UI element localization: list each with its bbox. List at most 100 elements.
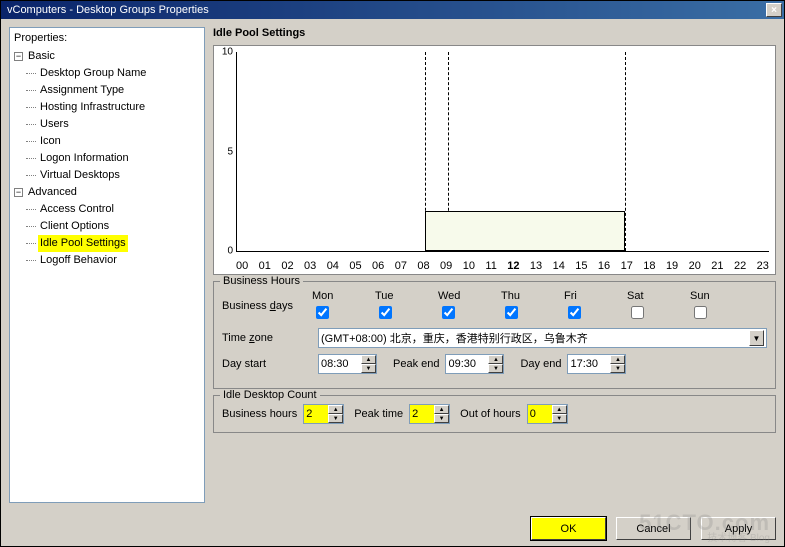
day-checkbox[interactable] <box>379 306 392 319</box>
day-start-input[interactable] <box>319 355 361 373</box>
tree-item-label: Idle Pool Settings <box>38 235 128 252</box>
stepper-up-icon[interactable]: ▲ <box>610 355 625 364</box>
tree-toggle-icon[interactable]: − <box>14 52 23 61</box>
chart-x-tick: 05 <box>349 260 361 272</box>
chart-y-tick: 0 <box>227 246 237 257</box>
stepper-down-icon[interactable]: ▼ <box>328 414 343 423</box>
idle-out-of-hours-spinner[interactable]: ▲▼ <box>527 404 568 424</box>
peak-end-label: Peak end <box>393 358 439 370</box>
chart-x-tick: 08 <box>417 260 429 272</box>
settings-pane: Idle Pool Settings 0510 0001020304050607… <box>213 27 776 503</box>
idle-peak-time-spinner[interactable]: ▲▼ <box>409 404 450 424</box>
tree-node-advanced[interactable]: − Advanced <box>14 184 200 201</box>
idle-peak-time-label: Peak time <box>354 408 403 420</box>
day-column: Mon <box>312 290 375 322</box>
tree-item-label: Logon Information <box>38 150 131 167</box>
tree-item[interactable]: Logon Information <box>14 150 200 167</box>
idle-business-hours-spinner[interactable]: ▲▼ <box>303 404 344 424</box>
stepper-down-icon[interactable]: ▼ <box>488 364 503 373</box>
tree-item-label: Assignment Type <box>38 82 126 99</box>
day-end-spinner[interactable]: ▲▼ <box>567 354 626 374</box>
apply-button[interactable]: Apply <box>701 517 776 540</box>
close-button[interactable]: × <box>766 3 782 17</box>
tree-label-advanced: Advanced <box>26 184 79 201</box>
day-checkbox[interactable] <box>442 306 455 319</box>
day-column: Tue <box>375 290 438 322</box>
chart-x-tick: 13 <box>530 260 542 272</box>
cancel-button[interactable]: Cancel <box>616 517 691 540</box>
chart-y-tick: 10 <box>222 47 237 58</box>
day-end-label: Day end <box>520 358 561 370</box>
section-title: Idle Pool Settings <box>213 27 776 39</box>
day-start-spinner[interactable]: ▲▼ <box>318 354 377 374</box>
stepper-up-icon[interactable]: ▲ <box>488 355 503 364</box>
peak-end-input[interactable] <box>446 355 488 373</box>
tree-item[interactable]: Logoff Behavior <box>14 252 200 269</box>
stepper-down-icon[interactable]: ▼ <box>434 414 449 423</box>
stepper-up-icon[interactable]: ▲ <box>361 355 376 364</box>
chart-x-tick: 14 <box>553 260 565 272</box>
stepper-down-icon[interactable]: ▼ <box>552 414 567 423</box>
day-label: Wed <box>438 290 501 302</box>
chart-x-tick: 15 <box>575 260 587 272</box>
chart-x-tick: 20 <box>689 260 701 272</box>
peak-end-spinner[interactable]: ▲▼ <box>445 354 504 374</box>
stepper-up-icon[interactable]: ▲ <box>552 405 567 414</box>
chart-marker-line <box>625 52 626 251</box>
stepper-down-icon[interactable]: ▼ <box>610 364 625 373</box>
business-hours-group: Business Hours Business days MonTueWedTh… <box>213 281 776 389</box>
stepper-up-icon[interactable]: ▲ <box>328 405 343 414</box>
idle-business-hours-input[interactable] <box>304 405 328 423</box>
tree-item[interactable]: Users <box>14 116 200 133</box>
tree-item[interactable]: Access Control <box>14 201 200 218</box>
timezone-select[interactable]: (GMT+08:00) 北京，重庆，香港特别行政区，乌鲁木齐 ▼ <box>318 328 767 348</box>
chart-x-tick: 04 <box>327 260 339 272</box>
stepper-down-icon[interactable]: ▼ <box>361 364 376 373</box>
day-checkbox[interactable] <box>568 306 581 319</box>
tree-item[interactable]: Desktop Group Name <box>14 65 200 82</box>
tree-item-label: Hosting Infrastructure <box>38 99 147 116</box>
business-days-row: Business days MonTueWedThuFriSatSun <box>222 290 767 322</box>
tree-item[interactable]: Idle Pool Settings <box>14 235 200 252</box>
ok-button[interactable]: OK <box>531 517 606 540</box>
timezone-row: Time zone (GMT+08:00) 北京，重庆，香港特别行政区，乌鲁木齐… <box>222 328 767 348</box>
timezone-value: (GMT+08:00) 北京，重庆，香港特别行政区，乌鲁木齐 <box>321 330 588 346</box>
idle-peak-time-input[interactable] <box>410 405 434 423</box>
idle-desktop-count-group: Idle Desktop Count Business hours ▲▼ Pea… <box>213 395 776 433</box>
day-label: Tue <box>375 290 438 302</box>
chart-x-tick: 09 <box>440 260 452 272</box>
tree-item-label: Access Control <box>38 201 116 218</box>
tree-item[interactable]: Assignment Type <box>14 82 200 99</box>
business-hours-legend: Business Hours <box>220 275 303 287</box>
timezone-label: Time zone <box>222 332 312 344</box>
stepper-up-icon[interactable]: ▲ <box>434 405 449 414</box>
properties-tree-pane: Properties: − Basic Desktop Group NameAs… <box>9 27 205 503</box>
day-end-input[interactable] <box>568 355 610 373</box>
time-row: Day start ▲▼ Peak end ▲▼ Day end ▲▼ <box>222 354 767 374</box>
day-start-label: Day start <box>222 358 312 370</box>
day-column: Thu <box>501 290 564 322</box>
day-label: Mon <box>312 290 375 302</box>
chart-x-tick: 12 <box>507 260 519 272</box>
tree-item[interactable]: Hosting Infrastructure <box>14 99 200 116</box>
chart-x-tick: 03 <box>304 260 316 272</box>
idle-out-of-hours-input[interactable] <box>528 405 552 423</box>
chart-x-tick: 18 <box>643 260 655 272</box>
tree-item[interactable]: Client Options <box>14 218 200 235</box>
day-checkbox[interactable] <box>505 306 518 319</box>
idle-business-hours-label: Business hours <box>222 408 297 420</box>
tree-toggle-icon[interactable]: − <box>14 188 23 197</box>
day-checkbox[interactable] <box>694 306 707 319</box>
tree-item[interactable]: Icon <box>14 133 200 150</box>
properties-label: Properties: <box>14 32 200 44</box>
chart-plot: 0510 <box>236 52 769 252</box>
day-checkbox[interactable] <box>631 306 644 319</box>
chevron-down-icon[interactable]: ▼ <box>749 330 764 346</box>
tree-item[interactable]: Virtual Desktops <box>14 167 200 184</box>
idle-count-row: Business hours ▲▼ Peak time ▲▼ <box>222 404 767 424</box>
day-checkbox[interactable] <box>316 306 329 319</box>
chart-x-tick: 01 <box>259 260 271 272</box>
tree-node-basic[interactable]: − Basic <box>14 48 200 65</box>
chart-x-tick: 06 <box>372 260 384 272</box>
tree-label-basic: Basic <box>26 48 57 65</box>
